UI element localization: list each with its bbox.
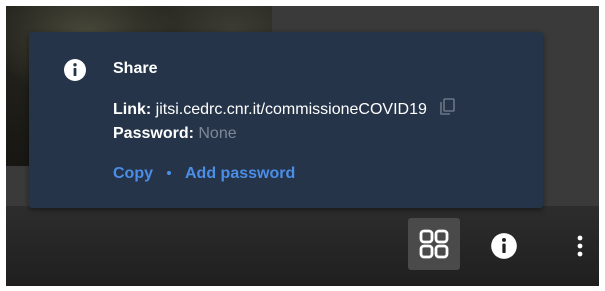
separator-dot bbox=[167, 171, 171, 175]
meeting-link[interactable]: jitsi.cedrc.cnr.it/commissioneCOVID19 bbox=[156, 101, 427, 118]
info-icon bbox=[491, 233, 517, 259]
copy-icon[interactable] bbox=[439, 98, 456, 116]
more-options-button[interactable] bbox=[568, 229, 592, 263]
copy-link-button[interactable]: Copy bbox=[113, 165, 153, 182]
tile-view-button[interactable] bbox=[408, 218, 460, 270]
password-value: None bbox=[198, 125, 237, 142]
link-row: Link: jitsi.cedrc.cnr.it/commissioneCOVI… bbox=[113, 98, 456, 119]
info-button[interactable] bbox=[487, 229, 521, 263]
add-password-button[interactable]: Add password bbox=[185, 165, 295, 182]
popover-actions: Copy Add password bbox=[113, 165, 295, 183]
popover-title: Share bbox=[113, 60, 158, 77]
more-vertical-icon bbox=[577, 235, 583, 257]
password-row: Password: None bbox=[113, 125, 237, 143]
password-label: Password: bbox=[113, 125, 194, 142]
link-label: Link: bbox=[113, 101, 152, 118]
tile-view-icon bbox=[419, 229, 449, 259]
info-icon bbox=[64, 59, 86, 81]
